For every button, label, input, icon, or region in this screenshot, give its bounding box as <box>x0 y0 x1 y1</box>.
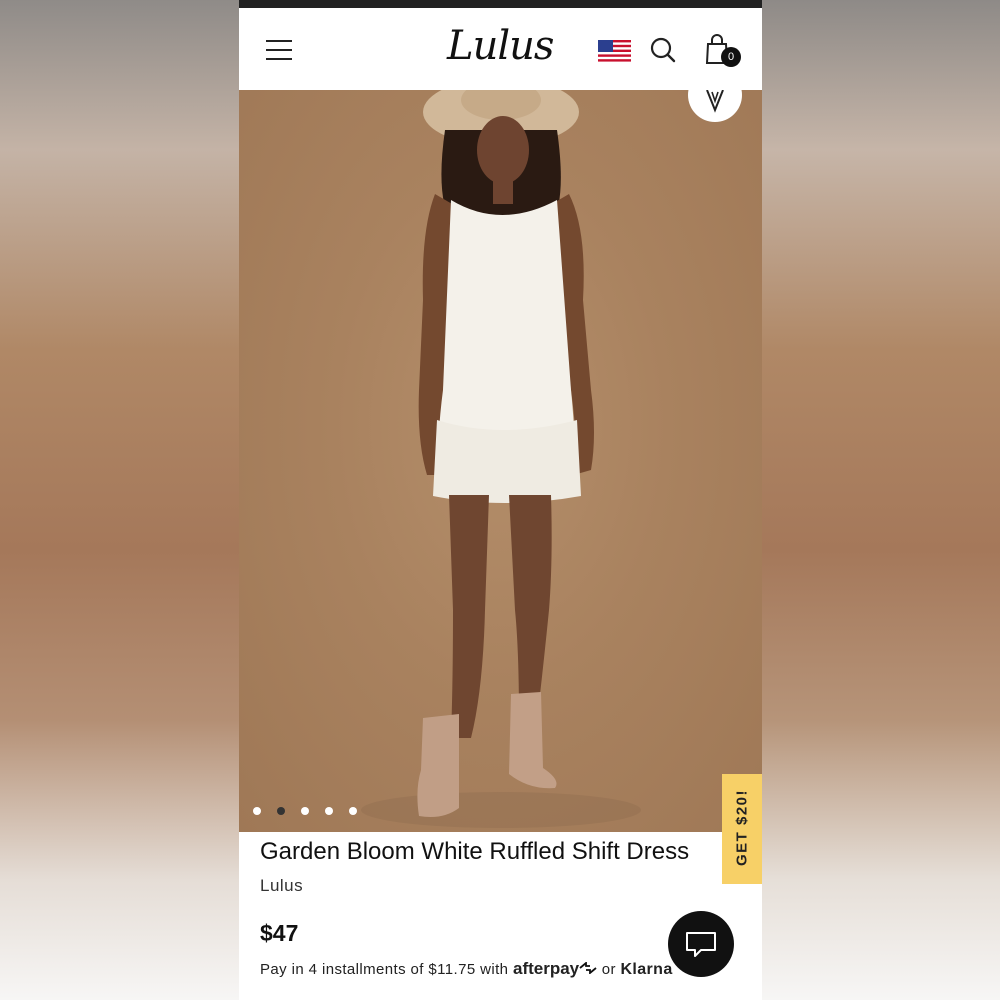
afterpay-logo[interactable]: afterpay <box>513 959 579 978</box>
us-flag-icon[interactable] <box>598 40 631 64</box>
search-icon[interactable] <box>650 37 676 63</box>
background-blur-left <box>0 0 239 1000</box>
phone-screen: Lulus 0 GET $20! Garden Bloom White Ruff… <box>239 0 762 1000</box>
installments-text: Pay in 4 installments of $11.75 with <box>260 961 509 978</box>
or-text: or <box>601 961 616 978</box>
gallery-dot-active[interactable] <box>277 807 285 815</box>
heart-leaf-icon <box>706 90 724 113</box>
gallery-dot[interactable] <box>349 807 357 815</box>
site-logo[interactable]: Lulus <box>447 20 554 72</box>
gallery-dot[interactable] <box>253 807 261 815</box>
product-price: $47 <box>260 920 299 946</box>
product-title: Garden Bloom White Ruffled Shift Dress <box>260 838 690 865</box>
installments-info: Pay in 4 installments of $11.75 with aft… <box>260 959 673 979</box>
chat-button[interactable] <box>668 911 734 977</box>
wishlist-button[interactable] <box>688 90 742 122</box>
gallery-dot[interactable] <box>325 807 333 815</box>
chat-bubble-icon <box>686 932 716 957</box>
product-image[interactable] <box>239 90 762 832</box>
klarna-logo[interactable]: Klarna <box>620 961 672 978</box>
get-20-promo-tab[interactable]: GET $20! <box>722 774 762 884</box>
afterpay-arrows-icon <box>579 961 597 975</box>
promo-label: GET $20! <box>733 788 751 867</box>
status-bar <box>239 0 762 8</box>
site-header: Lulus 0 <box>239 8 762 90</box>
cart-count-badge: 0 <box>721 47 741 67</box>
hamburger-menu-icon[interactable] <box>266 40 292 60</box>
product-brand[interactable]: Lulus <box>260 876 303 896</box>
model-photo <box>361 90 641 828</box>
gallery-dot[interactable] <box>301 807 309 815</box>
background-blur-right <box>762 0 1000 1000</box>
